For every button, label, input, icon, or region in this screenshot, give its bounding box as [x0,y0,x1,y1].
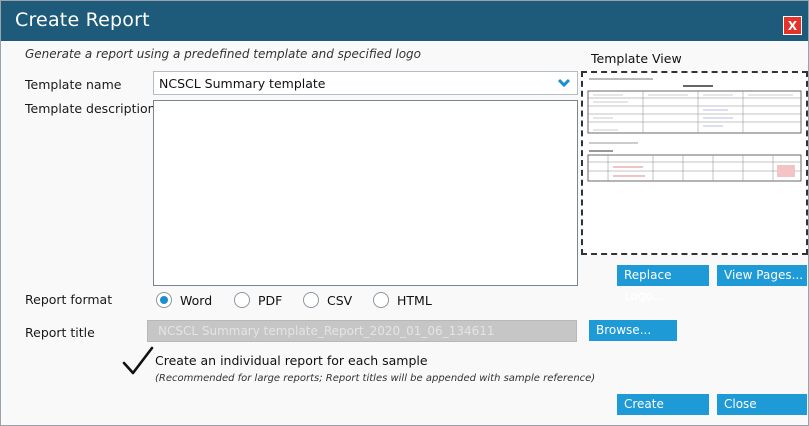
template-preview [581,71,808,255]
template-preview-thumbnail [583,73,806,253]
report-format-label: Report format [25,292,113,307]
radio-unselected-icon [303,292,319,308]
template-name-dropdown[interactable]: NCSCL Summary template [153,71,578,95]
radio-selected-icon [156,292,172,308]
create-button[interactable]: Create [617,394,709,415]
template-name-label: Template name [25,77,122,92]
template-description-field[interactable] [153,100,578,286]
dialog-title: Create Report [15,9,150,31]
dialog-subtitle: Generate a report using a predefined tem… [25,47,422,61]
browse-button[interactable]: Browse... [589,320,677,341]
report-title-label: Report title [25,325,95,340]
close-window-button[interactable]: X [783,16,802,35]
radio-unselected-icon [234,292,250,308]
chevron-down-icon [557,78,571,88]
individual-report-label: Create an individual report for each sam… [155,353,428,368]
create-report-dialog: Create Report X Generate a report using … [0,0,809,426]
close-button[interactable]: Close [717,394,807,415]
title-bar: Create Report X [1,1,808,41]
view-pages-button[interactable]: View Pages... [717,265,807,286]
radio-unselected-icon [373,292,389,308]
checkmark-icon[interactable] [121,345,155,377]
template-view-label: Template View [591,51,682,66]
individual-report-note: (Recommended for large reports; Report t… [155,373,596,384]
template-description-label: Template description [25,101,156,116]
report-title-value: NCSCL Summary template_Report_2020_01_06… [158,324,495,338]
report-title-field[interactable]: NCSCL Summary template_Report_2020_01_06… [147,320,577,342]
template-name-value: NCSCL Summary template [159,76,326,91]
replace-logo-button[interactable]: Replace Logo... [617,265,709,303]
